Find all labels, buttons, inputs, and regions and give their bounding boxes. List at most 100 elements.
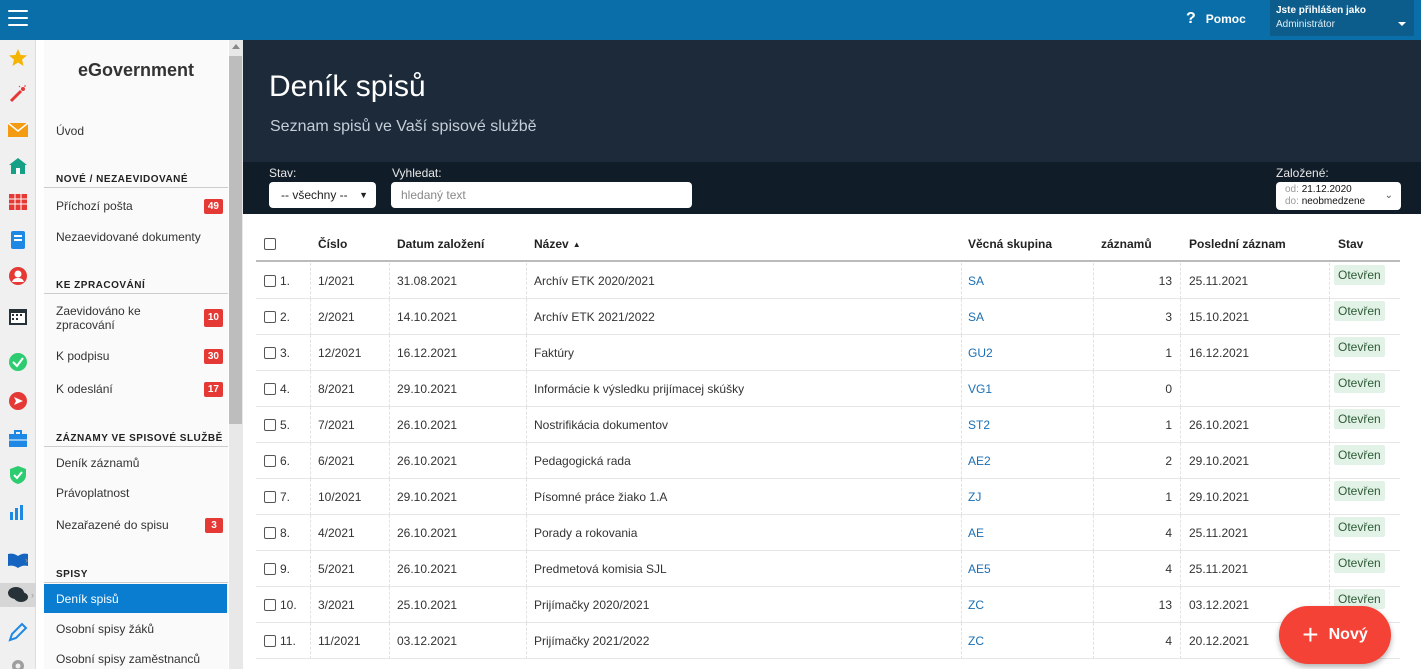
sidebar-scroll-thumb[interactable] [229, 56, 242, 424]
col-posledni[interactable]: Poslední záznam [1189, 226, 1286, 262]
user-menu[interactable]: Jste přihlášen jako Administrátor [1270, 0, 1414, 36]
sidebar-item-osobni-spisy-zaku[interactable]: Osobní spisy žáků [44, 617, 227, 641]
cell-cislo: 7/2021 [318, 418, 355, 432]
cell-skupina[interactable]: ZC [968, 623, 1088, 659]
row-checkbox[interactable] [264, 275, 276, 287]
sidebar-item-prichozi-posta[interactable]: Příchozí pošta 49 [44, 194, 227, 218]
table-row[interactable]: 9. 5/2021 26.10.2021 Predmetová komisia SJL… [256, 551, 1400, 587]
col-skupina[interactable]: Věcná skupina [968, 226, 1052, 262]
col-stav[interactable]: Stav [1338, 226, 1363, 262]
date-range-picker[interactable]: od: 21.12.2020 do: neobmedzene ⌄ [1276, 182, 1401, 210]
table-row[interactable]: 11. 11/2021 03.12.2021 Prijímačky 2021/2022… [256, 623, 1400, 659]
column-separator [1093, 263, 1094, 299]
briefcase-icon[interactable] [6, 427, 30, 451]
row-checkbox[interactable] [264, 563, 276, 575]
row-checkbox[interactable] [264, 419, 276, 431]
table-row[interactable]: 4. 8/2021 29.10.2021 Informácie k výsledku … [256, 371, 1400, 407]
pencil-icon[interactable] [6, 620, 30, 644]
table-row[interactable]: 5. 7/2021 26.10.2021 Nostrifikácia dokument… [256, 407, 1400, 443]
table-row[interactable]: 3. 12/2021 16.12.2021 Faktúry GU2 1 16.12.2021… [256, 335, 1400, 371]
col-cislo[interactable]: Číslo [318, 226, 347, 262]
table-row[interactable]: 8. 4/2021 26.10.2021 Porady a rokovania AE 4 2… [256, 515, 1400, 551]
column-separator [310, 335, 311, 371]
cell-skupina[interactable]: ZJ [968, 479, 1088, 515]
row-checkbox[interactable] [264, 599, 276, 611]
gear-icon[interactable] [6, 654, 30, 669]
column-separator [1329, 335, 1330, 371]
sidebar-item-pravoplatnost[interactable]: Právoplatnost [44, 481, 227, 505]
cell-skupina[interactable]: ZC [968, 587, 1088, 623]
row-checkbox[interactable] [264, 527, 276, 539]
sidebar-item-zaevidovano[interactable]: Zaevidováno ke zpracování 10 [44, 302, 227, 334]
table-row[interactable]: 10. 3/2021 25.10.2021 Prijímačky 2020/2021 Z… [256, 587, 1400, 623]
new-button[interactable]: + Nový [1279, 606, 1391, 664]
cell-skupina[interactable]: VG1 [968, 371, 1088, 407]
user-icon[interactable] [6, 264, 30, 288]
cell-cislo: 3/2021 [318, 598, 355, 612]
column-separator [1329, 551, 1330, 587]
sidebar-item-k-odeslani[interactable]: K odeslání 17 [44, 377, 227, 401]
cell-datum: 03.12.2021 [397, 634, 458, 648]
cell-skupina[interactable]: ST2 [968, 407, 1088, 443]
label-line2: zpracování [56, 318, 115, 332]
cell-skupina[interactable]: SA [968, 263, 1088, 299]
scroll-up-icon[interactable] [232, 44, 240, 49]
cell-skupina[interactable]: AE [968, 515, 1088, 551]
grid-icon[interactable] [6, 190, 30, 214]
sidebar-item-uvod[interactable]: Úvod [44, 120, 227, 142]
sidebar-item-k-podpisu[interactable]: K podpisu 30 [44, 344, 227, 368]
sidebar-item-nezaevidovane[interactable]: Nezaevidované dokumenty [44, 225, 227, 249]
table-row[interactable]: 2. 2/2021 14.10.2021 Archív ETK 2021/2022 SA… [256, 299, 1400, 335]
mail-icon[interactable] [6, 118, 30, 142]
cell-skupina[interactable]: AE2 [968, 443, 1088, 479]
hamburger-menu-icon[interactable] [8, 10, 28, 28]
col-nazev[interactable]: Název ▲ [534, 226, 581, 262]
section-heading-zaznamy: ZÁZNAMY VE SPISOVÉ SLUŽBĚ [56, 433, 223, 444]
sidebar-item-osobni-spisy-zamestnancu[interactable]: Osobní spisy zaměstnanců [44, 647, 227, 669]
column-separator [1329, 443, 1330, 479]
sidebar-item-denik-spisu[interactable]: Deník spisů [44, 584, 227, 613]
cell-skupina[interactable]: SA [968, 299, 1088, 335]
stav-filter-select[interactable]: -- všechny -- ▼ [269, 182, 376, 208]
row-checkbox[interactable] [264, 635, 276, 647]
col-zaznamu[interactable]: záznamů [1101, 226, 1152, 262]
row-checkbox[interactable] [264, 311, 276, 323]
sidebar-item-nezarazene[interactable]: Nezařazené do spisu 3 [44, 513, 227, 537]
column-separator [1093, 371, 1094, 407]
table-row[interactable]: 7. 10/2021 29.10.2021 Písomné práce žiako 1… [256, 479, 1400, 515]
cell-skupina[interactable]: GU2 [968, 335, 1088, 371]
cell-nazev: Archív ETK 2021/2022 [534, 310, 655, 324]
check-circle-icon[interactable] [6, 350, 30, 374]
row-checkbox[interactable] [264, 491, 276, 503]
home-icon[interactable] [6, 154, 30, 178]
row-checkbox[interactable] [264, 347, 276, 359]
shield-icon[interactable] [6, 463, 30, 487]
column-separator [310, 371, 311, 407]
notebook-icon[interactable] [6, 228, 30, 252]
sidebar-item-label: Deník spisů [56, 591, 119, 606]
calendar-icon[interactable] [6, 304, 30, 328]
col-datum[interactable]: Datum založení [397, 226, 484, 262]
book-icon[interactable]: › [6, 548, 30, 572]
chat-icon[interactable]: › [0, 583, 36, 607]
help-link[interactable]: ? Pomoc [1186, 10, 1246, 28]
send-icon[interactable] [6, 389, 30, 413]
sidebar-item-denik-zaznamu[interactable]: Deník záznamů [44, 451, 227, 475]
cell-skupina[interactable]: AE5 [968, 551, 1088, 587]
bar-chart-icon[interactable] [6, 500, 30, 524]
row-checkbox[interactable] [264, 455, 276, 467]
divider [44, 446, 228, 447]
cell-stav: Otevřen [1334, 263, 1414, 299]
cell-posledni: 29.10.2021 [1189, 454, 1250, 468]
table-row[interactable]: 6. 6/2021 26.10.2021 Pedagogická rada AE2 2 29… [256, 443, 1400, 479]
plus-icon: + [1302, 619, 1319, 650]
star-icon[interactable] [6, 46, 30, 70]
cell-zaznamu: 4 [1165, 562, 1172, 576]
cell-cislo: 2/2021 [318, 310, 355, 324]
table-row[interactable]: 1. 1/2021 31.08.2021 Archív ETK 2020/2021 SA… [256, 263, 1400, 299]
search-input[interactable] [391, 182, 692, 208]
row-checkbox[interactable] [264, 383, 276, 395]
select-all-checkbox[interactable] [264, 238, 276, 250]
column-separator [1180, 443, 1181, 479]
magic-wand-icon[interactable] [6, 82, 30, 106]
